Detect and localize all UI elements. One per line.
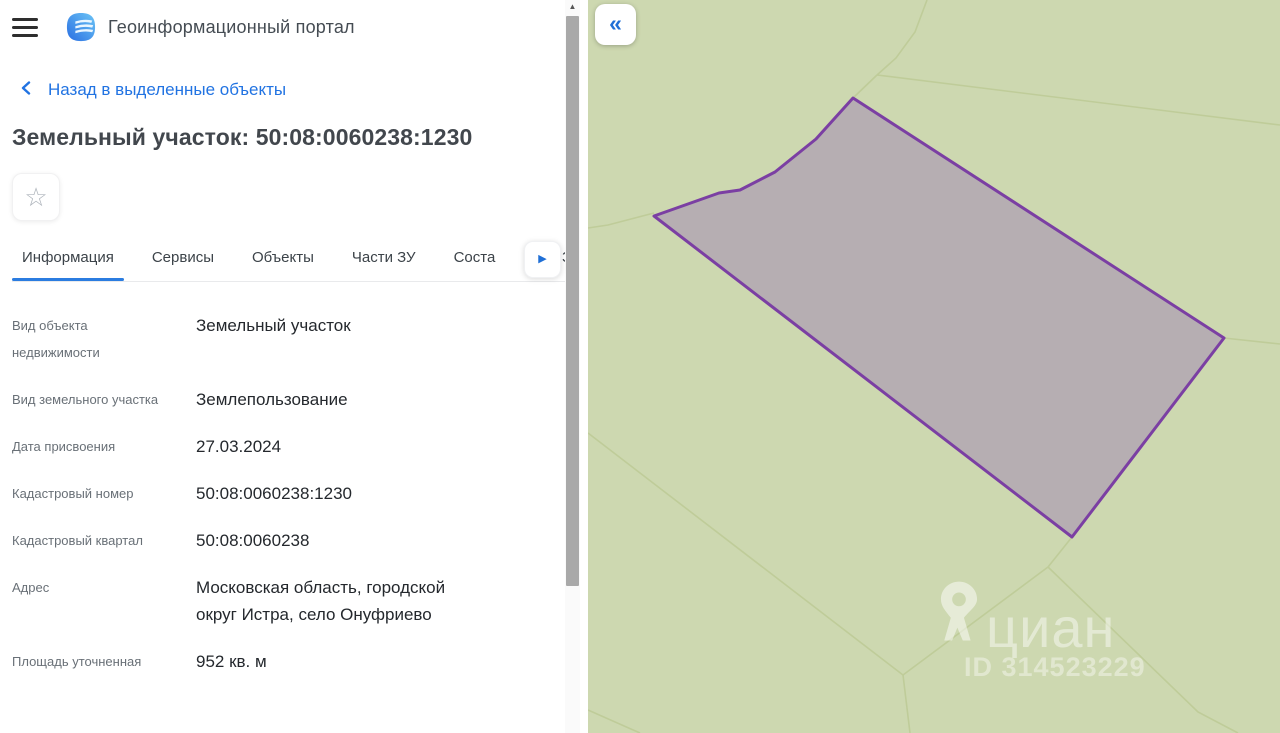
info-value: Московская область, городской округ Истр… [196, 578, 446, 624]
info-label: Кадастровый номер [12, 486, 134, 501]
cadastral-boundary-line [588, 709, 641, 733]
app-title: Геоинформационный портал [108, 16, 355, 37]
tab-sostav[interactable]: Соста [444, 241, 506, 280]
scroll-up-arrow-icon[interactable]: ▲ [565, 2, 580, 11]
details-panel: Геоинформационный портал Назад в выделен… [0, 0, 588, 733]
details-panel-content: Геоинформационный портал Назад в выделен… [0, 0, 568, 733]
tab-services[interactable]: Сервисы [142, 241, 224, 280]
back-link-label: Назад в выделенные объекты [48, 80, 287, 99]
geo-portal-app: Геоинформационный портал Назад в выделен… [0, 0, 1280, 733]
info-value: 50:08:0060238:1230 [196, 484, 352, 503]
info-value: Земельный участок [196, 316, 351, 335]
map-area[interactable]: « циан ID 314523229 [588, 0, 1280, 733]
cadastral-boundary-line [852, 74, 878, 99]
info-label: Дата присвоения [12, 439, 116, 454]
info-value: 50:08:0060238 [196, 531, 310, 550]
tabs-scroll-right-button[interactable]: ▶ [524, 241, 561, 278]
cadastral-boundary-line [588, 212, 655, 229]
cadastral-boundary-line [902, 566, 1049, 676]
cadastral-boundary-line [1223, 337, 1280, 345]
cadastral-boundary-line [588, 432, 904, 676]
tab-information[interactable]: Информация [12, 241, 124, 281]
favorite-button[interactable]: ☆ [12, 173, 60, 221]
parcel-polygon[interactable] [652, 96, 1226, 539]
panel-header: Геоинформационный портал [12, 0, 553, 50]
info-list: Вид объекта недвижимости Земельный участ… [12, 282, 553, 675]
tab-parts-zu[interactable]: Части ЗУ [342, 241, 426, 280]
star-icon: ☆ [24, 182, 48, 212]
info-label: Вид земельного участка [12, 392, 159, 407]
map-canvas [588, 0, 1280, 733]
hamburger-icon [12, 17, 38, 21]
cadastral-boundary-line [876, 74, 1280, 126]
arrow-right-icon: ▶ [538, 253, 547, 265]
menu-button[interactable] [12, 14, 42, 40]
back-link[interactable]: Назад в выделенные объекты [12, 80, 553, 100]
info-label: Адрес [12, 580, 50, 595]
tab-objects[interactable]: Объекты [242, 241, 324, 280]
page-title: Земельный участок: 50:08:0060238:1230 [12, 124, 473, 150]
info-value: Землепользование [196, 390, 348, 409]
info-label: Вид объекта недвижимости [12, 318, 100, 360]
panel-scrollbar[interactable]: ▲ [565, 0, 580, 733]
chevron-left-icon [20, 80, 32, 100]
scrollbar-thumb[interactable] [566, 16, 579, 586]
cadastral-boundary-line [876, 0, 928, 76]
cadastral-boundary-line [1047, 536, 1073, 568]
portal-logo [66, 12, 96, 42]
tabs-bar: Информация Сервисы Объекты Части ЗУ Сост… [12, 241, 568, 282]
info-value: 27.03.2024 [196, 437, 282, 456]
info-label: Кадастровый квартал [12, 533, 143, 548]
info-label: Площадь уточненная [12, 654, 142, 669]
collapse-panel-button[interactable]: « [595, 4, 636, 45]
cadastral-boundary-line [1047, 566, 1239, 733]
chevrons-left-icon: « [609, 9, 622, 36]
cadastral-boundary-line [902, 674, 911, 733]
info-value: 952 кв. м [196, 652, 267, 671]
